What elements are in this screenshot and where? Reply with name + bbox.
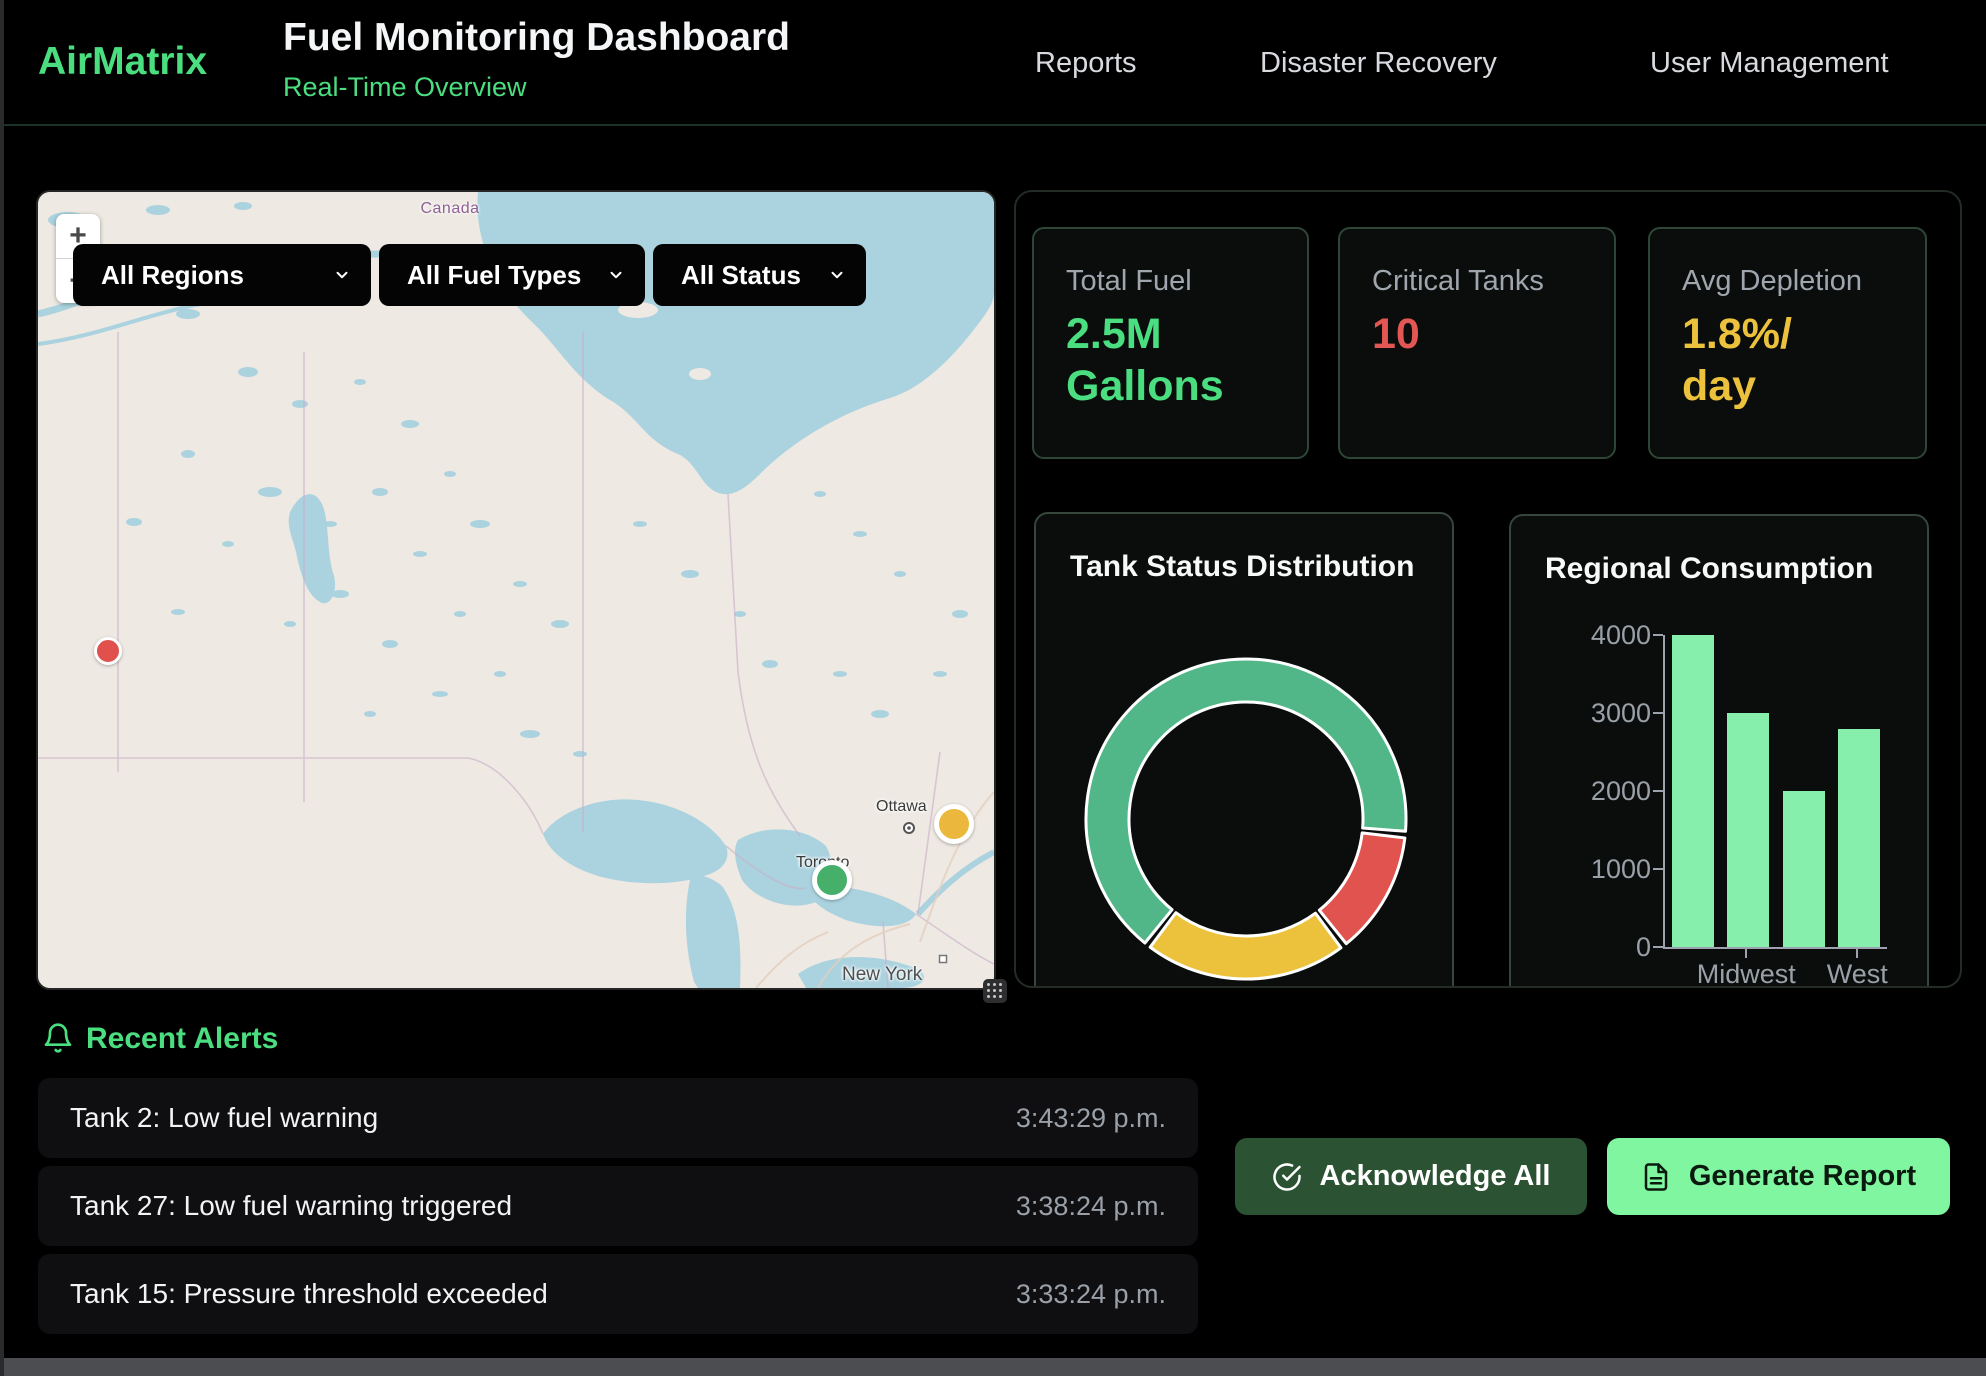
x-axis-tick-mark — [1856, 949, 1858, 958]
y-axis-tick-mark — [1653, 712, 1663, 714]
alert-time: 3:38:24 p.m. — [1016, 1191, 1166, 1222]
page-title: Fuel Monitoring Dashboard — [283, 16, 790, 60]
chevron-down-icon — [828, 266, 846, 284]
stat-value: 1.8%/ day — [1682, 308, 1925, 413]
region-filter-dropdown[interactable]: All Regions — [73, 244, 371, 306]
fuel-monitoring-dashboard: AirMatrix Fuel Monitoring Dashboard Real… — [0, 0, 1986, 1376]
y-axis-tick-mark — [1653, 946, 1663, 948]
recent-alerts-heading: Recent Alerts — [86, 1022, 278, 1056]
y-axis-tick-label: 4000 — [1567, 620, 1651, 651]
nav-disaster-recovery[interactable]: Disaster Recovery — [1260, 46, 1497, 80]
bell-icon — [42, 1022, 74, 1054]
consumption-bar-3 — [1838, 729, 1880, 947]
overview-panel: Total Fuel 2.5M Gallons Critical Tanks 1… — [1014, 190, 1962, 988]
stat-card-critical-tanks: Critical Tanks 10 — [1338, 227, 1616, 459]
ottawa-city-dot — [902, 821, 916, 835]
map-label-canada: Canada — [390, 200, 510, 218]
acknowledge-all-button[interactable]: Acknowledge All — [1235, 1138, 1587, 1215]
chevron-down-icon — [333, 266, 351, 284]
alert-text: Tank 15: Pressure threshold exceeded — [70, 1278, 548, 1310]
bar-chart-title: Regional Consumption — [1545, 552, 1873, 586]
map-filter-bar: All Regions All Fuel Types All Status — [73, 244, 866, 306]
report-document-icon — [1641, 1162, 1671, 1192]
y-axis-tick-mark — [1653, 634, 1663, 636]
tank-marker-warning[interactable] — [934, 804, 974, 844]
resize-grip-handle[interactable] — [983, 979, 1007, 1003]
stat-label: Critical Tanks — [1372, 265, 1614, 298]
acknowledge-all-label: Acknowledge All — [1320, 1160, 1551, 1193]
fuel-type-filter-value: All Fuel Types — [407, 260, 581, 291]
stat-card-total-fuel: Total Fuel 2.5M Gallons — [1032, 227, 1309, 459]
x-axis-tick-label-west: West — [1787, 959, 1927, 988]
status-filter-dropdown[interactable]: All Status — [653, 244, 866, 306]
consumption-bar-1 — [1727, 713, 1769, 947]
new-york-dot — [938, 954, 948, 964]
y-axis-tick-label: 3000 — [1567, 698, 1651, 729]
regional-consumption-plot — [1663, 635, 1887, 949]
nav-user-management[interactable]: User Management — [1650, 46, 1889, 80]
stat-label: Avg Depletion — [1682, 265, 1925, 298]
nav-reports[interactable]: Reports — [1035, 46, 1137, 80]
tank-marker-normal[interactable] — [812, 860, 852, 900]
window-left-edge — [0, 0, 4, 1376]
donut-segment-critical — [1319, 833, 1405, 944]
donut-chart-title: Tank Status Distribution — [1070, 550, 1414, 584]
consumption-bar-2 — [1783, 791, 1825, 947]
chevron-down-icon — [607, 266, 625, 284]
region-filter-value: All Regions — [101, 260, 244, 291]
tank-status-distribution-card: Tank Status Distribution — [1034, 512, 1454, 988]
stat-value: 2.5M Gallons — [1066, 308, 1307, 413]
donut-segment-warning — [1150, 913, 1341, 979]
map-label-new-york: New York — [842, 964, 922, 986]
tank-status-donut — [1036, 609, 1456, 988]
alert-time: 3:33:24 p.m. — [1016, 1279, 1166, 1310]
alert-time: 3:43:29 p.m. — [1016, 1103, 1166, 1134]
fuel-type-filter-dropdown[interactable]: All Fuel Types — [379, 244, 645, 306]
window-bottom-bar — [0, 1358, 1986, 1376]
alert-row[interactable]: Tank 15: Pressure threshold exceeded 3:3… — [38, 1254, 1198, 1334]
stat-label: Total Fuel — [1066, 265, 1307, 298]
generate-report-label: Generate Report — [1689, 1160, 1916, 1193]
y-axis-tick-label: 2000 — [1567, 776, 1651, 807]
generate-report-button[interactable]: Generate Report — [1607, 1138, 1950, 1215]
tank-marker-critical[interactable] — [94, 637, 122, 665]
alert-text: Tank 2: Low fuel warning — [70, 1102, 378, 1134]
header: AirMatrix Fuel Monitoring Dashboard Real… — [0, 0, 1986, 126]
map-label-ottawa: Ottawa — [876, 798, 927, 816]
stat-value: 10 — [1372, 308, 1614, 360]
fuel-map[interactable]: Canada Ottawa Toronto New York + − All R… — [38, 192, 994, 988]
consumption-bar-0 — [1672, 635, 1714, 947]
alert-row[interactable]: Tank 27: Low fuel warning triggered 3:38… — [38, 1166, 1198, 1246]
y-axis-tick-mark — [1653, 868, 1663, 870]
y-axis-tick-mark — [1653, 790, 1663, 792]
y-axis-tick-label: 0 — [1567, 932, 1651, 963]
alert-text: Tank 27: Low fuel warning triggered — [70, 1190, 512, 1222]
status-filter-value: All Status — [681, 260, 801, 291]
alert-row[interactable]: Tank 2: Low fuel warning 3:43:29 p.m. — [38, 1078, 1198, 1158]
app-logo: AirMatrix — [38, 40, 207, 84]
y-axis-tick-label: 1000 — [1567, 854, 1651, 885]
stat-card-avg-depletion: Avg Depletion 1.8%/ day — [1648, 227, 1927, 459]
x-axis-tick-mark — [1745, 949, 1747, 958]
page-subtitle: Real-Time Overview — [283, 72, 527, 103]
basemap-canada — [38, 192, 994, 988]
check-circle-icon — [1272, 1162, 1302, 1192]
regional-consumption-card: Regional Consumption 01000200030004000Mi… — [1509, 514, 1929, 988]
